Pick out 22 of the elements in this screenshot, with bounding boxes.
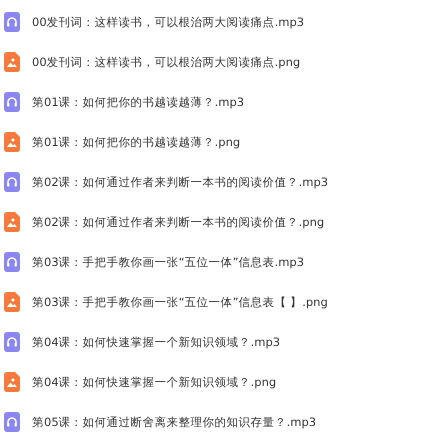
file-name[interactable]: 第02课：如何通过作者来判断一本书的阅读价值？.png	[32, 214, 324, 230]
headphones-file-icon	[4, 332, 20, 352]
image-file-icon	[4, 212, 20, 232]
file-name[interactable]: 00发刊词：这样读书，可以根治两大阅读痛点.mp3	[32, 14, 304, 30]
image-file-icon	[4, 52, 20, 72]
headphones-file-icon	[4, 412, 20, 432]
file-name[interactable]: 第03课：手把手教你画一张“五位一体”信息表【 】.png	[32, 294, 328, 310]
image-file-icon	[4, 132, 20, 152]
headphones-file-icon	[4, 252, 20, 272]
file-name[interactable]: 第02课：如何通过作者来判断一本书的阅读价值？.mp3	[32, 174, 328, 190]
image-file-icon	[4, 292, 20, 312]
headphones-file-icon	[4, 172, 20, 192]
file-name[interactable]: 第04课：如何快速掌握一个新知识领域？.mp3	[32, 334, 280, 350]
headphones-file-icon	[4, 92, 20, 112]
file-name[interactable]: 第05课：如何通过断舍离来整理你的知识存量？.mp3	[32, 414, 316, 430]
file-name[interactable]: 第03课：手把手教你画一张“五位一体”信息表.mp3	[32, 254, 304, 270]
file-name[interactable]: 第04课：如何快速掌握一个新知识领域？.png	[32, 374, 276, 390]
image-file-icon	[4, 372, 20, 392]
file-name[interactable]: 第01课：如何把你的书越读越薄？.png	[32, 134, 240, 150]
file-name[interactable]: 00发刊词：这样读书，可以根治两大阅读痛点.png	[32, 54, 300, 70]
headphones-file-icon	[4, 12, 20, 32]
file-name[interactable]: 第01课：如何把你的书越读越薄？.mp3	[32, 94, 244, 110]
